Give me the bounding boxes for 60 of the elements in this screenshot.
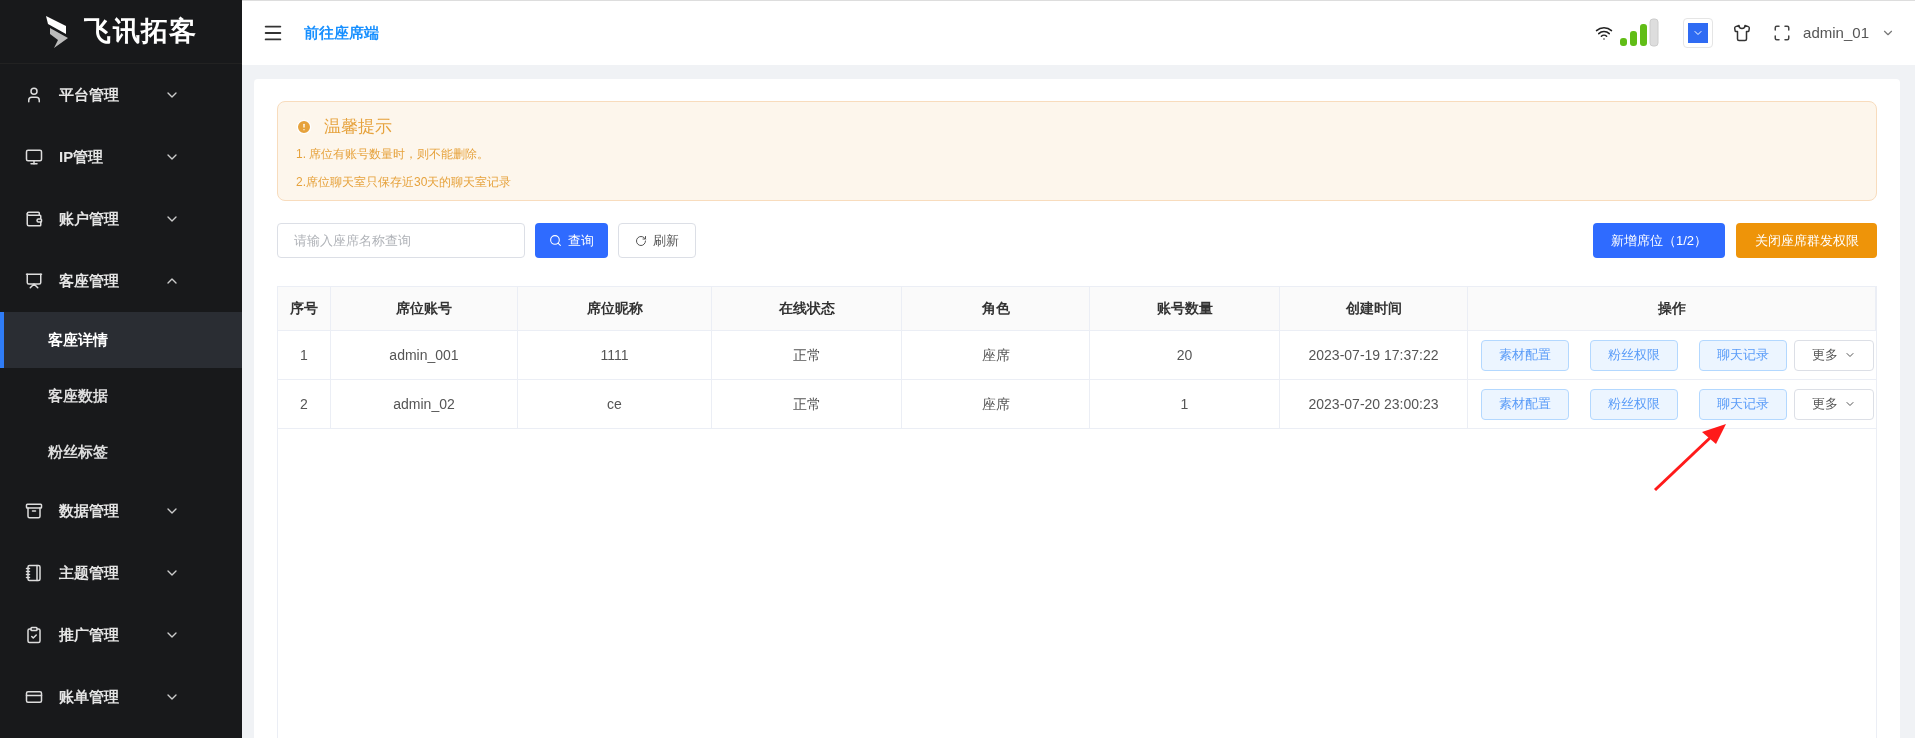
- table-cell: 2: [278, 380, 331, 428]
- dropdown-toggle[interactable]: [1683, 18, 1714, 48]
- card-icon: [25, 688, 43, 706]
- sidebar-item[interactable]: 平台管理: [0, 64, 242, 126]
- table-cell: ce: [518, 380, 712, 428]
- username[interactable]: admin_01: [1803, 21, 1869, 45]
- refresh-icon: [635, 234, 647, 247]
- sidebar-item[interactable]: 客座管理: [0, 250, 242, 312]
- sidebar-item[interactable]: 主题管理: [0, 542, 242, 604]
- table-cell: 2023-07-19 17:37:22: [1280, 331, 1468, 379]
- column-header: 账号数量: [1090, 287, 1280, 330]
- presentation-board-icon: [25, 272, 43, 290]
- notice-text: 2.席位聊天室只保存近30天的聊天室记录: [296, 173, 513, 191]
- more-button[interactable]: 更多: [1794, 339, 1874, 371]
- column-header: 在线状态: [712, 287, 902, 330]
- add-seat-button[interactable]: 新增席位（1/2）: [1593, 223, 1725, 258]
- column-header: 序号: [278, 287, 331, 330]
- table-cell: 1: [278, 331, 331, 379]
- user-icon: [25, 86, 43, 104]
- search-field[interactable]: 请输入座席名称查询: [277, 223, 525, 258]
- sidebar-item[interactable]: 账户管理: [0, 188, 242, 250]
- column-header: 角色: [902, 287, 1090, 330]
- sidebar-item[interactable]: IP管理: [0, 126, 242, 188]
- table-cell: 2023-07-20 23:00:23: [1280, 380, 1468, 428]
- refresh-button[interactable]: 刷新: [618, 223, 696, 258]
- table-cell: 1111: [518, 331, 712, 379]
- clipboard-icon: [25, 626, 43, 644]
- column-header: 创建时间: [1280, 287, 1468, 330]
- table-cell: 座席: [902, 331, 1090, 379]
- query-button[interactable]: 查询: [535, 223, 608, 258]
- notice-text: 1. 席位有账号数量时，则不能删除。: [296, 145, 491, 163]
- column-header: 操作: [1468, 287, 1876, 330]
- sidebar-subitem[interactable]: 客座数据: [0, 368, 242, 424]
- search-icon: [549, 234, 562, 247]
- brand-name: 飞讯拓客: [84, 15, 198, 49]
- table-cell: 正常: [712, 380, 902, 428]
- table-cell: 20: [1090, 331, 1280, 379]
- notice-title: 温馨提示: [324, 116, 392, 138]
- notebook-icon: [25, 564, 43, 582]
- sidebar-item[interactable]: 数据管理: [0, 480, 242, 542]
- table-cell: 1: [1090, 380, 1280, 428]
- sidebar-item[interactable]: 推广管理: [0, 604, 242, 666]
- signal-strength-icon: [1619, 18, 1662, 48]
- sidebar-subitem[interactable]: 客座详情: [0, 312, 242, 368]
- wifi-icon: [1595, 24, 1614, 42]
- table-cell: admin_02: [331, 380, 518, 428]
- archive-box-icon: [25, 502, 43, 520]
- monitor-icon: [25, 148, 43, 166]
- more-button[interactable]: 更多: [1794, 388, 1874, 420]
- column-header: 席位昵称: [518, 287, 712, 330]
- column-header: 席位账号: [331, 287, 518, 330]
- table-cell: admin_001: [331, 331, 518, 379]
- wallet-icon: [25, 210, 43, 228]
- table-cell: 座席: [902, 380, 1090, 428]
- shirt-icon[interactable]: [1733, 24, 1752, 42]
- fullscreen-icon[interactable]: [1773, 24, 1792, 42]
- alert-icon: [296, 118, 312, 135]
- table-cell: 正常: [712, 331, 902, 379]
- sidebar-item[interactable]: 账单管理: [0, 666, 242, 728]
- sidebar-subitem[interactable]: 粉丝标签: [0, 424, 242, 480]
